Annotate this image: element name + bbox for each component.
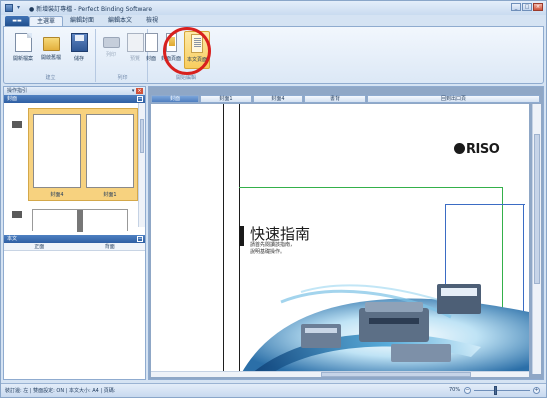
pin-icon[interactable]: ▾ [132,88,135,94]
column-back: 背面 [104,244,115,250]
cover-section-label: 封面 [7,96,18,102]
blue-frame-line [445,204,525,205]
ribbon-group-create: 開新檔案 開啟舊檔 儲存 建立 [6,29,96,82]
cover-page-icon [144,33,158,52]
title-bar: ▾ ● 新增裝訂專檔 - Perfect Binding Software _ … [1,1,546,15]
title-accent-bar [239,226,244,246]
quick-guide-subtitle: 請首先閱讀該指南， 說明基礎操作。 [250,242,296,255]
group-label-create: 建立 [45,75,56,81]
body-section: 本文 − 正面 背面 [4,235,145,251]
green-frame-line [239,187,503,188]
folder-icon [42,37,60,51]
highlight-ring-annotation [163,27,211,75]
document-vertical-scrollbar[interactable] [532,104,541,374]
group-label-start-editing: 開始編輯 [175,75,196,81]
print-button[interactable]: 列印 [98,31,124,69]
spine [77,210,83,232]
zoom-out-button[interactable]: − [464,387,471,394]
preview-icon [126,33,144,52]
tab-view[interactable]: 檢視 [139,16,165,26]
application-window: ▾ ● 新增裝訂專檔 - Perfect Binding Software _ … [0,0,547,398]
collapse-icon[interactable]: − [137,96,143,102]
doc-tab-cover[interactable]: 封面 [151,95,199,103]
fold-line [223,104,224,374]
app-menu-button[interactable]: ▬▬ [5,16,29,26]
new-file-button[interactable]: 開新檔案 [10,31,36,69]
cover-section-header[interactable]: 封面 − [4,95,145,103]
collapse-icon[interactable]: − [137,236,143,242]
cover-front-caption: 封面1 [103,192,117,198]
group-label-print: 列印 [117,75,128,81]
close-button[interactable]: × [533,3,543,11]
operation-guide-pane: 操作指引 ▾ × 封面 − 封面4 封面1 本文 − 正面 背面 [3,86,146,380]
body-section-label: 本文 [7,236,18,242]
doc-tab-return[interactable]: 回到出口頁 [367,95,540,103]
zoom-slider-track[interactable] [474,390,530,391]
new-document-icon [14,33,32,52]
quick-access-dropdown-icon[interactable]: ▾ [17,5,23,11]
cover-thumbnail-area: 封面4 封面1 [4,103,145,232]
app-icon[interactable] [5,4,13,12]
scroll-thumb[interactable] [321,372,471,377]
pane-header: 操作指引 ▾ × [4,87,145,95]
document-horizontal-scrollbar[interactable] [151,371,529,377]
cover-back-page [33,114,81,188]
status-bar: 裝訂邊: 左 | 雙面設定: ON | 本文大小: A4 | 頁碼: 70% −… [1,383,546,397]
ribbon-panel: 開新檔案 開啟舊檔 儲存 建立 列印 預覽 列印 封面 封面頁面 本文頁面 開始… [3,26,544,84]
ribbon-tab-bar: ▬▬ 主選單 編輯封面 編輯本文 檢視 [1,15,546,26]
quick-guide-title: 快速指南 [250,225,311,243]
left-pane-scrollbar[interactable] [138,103,145,227]
ribbon-group-print: 列印 預覽 列印 [98,29,148,82]
scroll-thumb[interactable] [534,134,540,284]
pane-close-icon[interactable]: × [136,88,143,94]
doc-tab-cover4[interactable]: 封面4 [253,95,303,103]
cover-marker-icon [12,211,22,218]
tab-edit-cover[interactable]: 編輯封面 [63,16,101,26]
zoom-in-button[interactable]: + [533,387,540,394]
window-title: ● 新增裝訂專檔 - Perfect Binding Software [29,5,153,13]
cover-back-caption: 封面4 [50,192,64,198]
tab-edit-body[interactable]: 編輯本文 [101,16,139,26]
pane-title: 操作指引 [7,88,28,94]
cover-thumbnail-selected[interactable]: 封面4 封面1 [28,108,138,201]
document-page[interactable]: RISO 快速指南 請首先閱讀該指南， 說明基礎操作。 [151,104,529,374]
riso-logo: RISO [454,142,500,157]
window-controls: _ □ × [511,3,543,11]
open-file-button[interactable]: 開啟舊檔 [38,31,64,69]
maximize-button[interactable]: □ [522,3,532,11]
minimize-button[interactable]: _ [511,3,521,11]
printer-machine-illustration [241,284,529,374]
cover-button[interactable]: 封面 [144,31,158,69]
pane-controls: ▾ × [132,87,143,95]
save-disk-icon [70,33,88,52]
column-front: 正面 [34,244,45,250]
tab-main-menu[interactable]: 主選單 [29,16,64,26]
save-button[interactable]: 儲存 [66,31,92,69]
document-tabs: 封面 封面1 封面4 書背 回到出口頁 [151,95,541,103]
scroll-thumb[interactable] [140,119,144,153]
body-section-header[interactable]: 本文 − [4,235,145,243]
printer-icon [102,37,120,48]
doc-tab-spine[interactable]: 書背 [304,95,366,103]
status-text: 裝訂邊: 左 | 雙面設定: ON | 本文大小: A4 | 頁碼: [5,388,116,394]
document-view: 封面 封面1 封面4 書背 回到出口頁 RISO 快速指南 請首先閱讀該指南， … [148,86,544,380]
body-column-headers: 正面 背面 [4,243,145,251]
zoom-level-label: 70% [449,387,461,393]
zoom-slider-thumb[interactable] [494,386,498,395]
cover-front-page [86,114,134,188]
doc-tab-cover1[interactable]: 封面1 [200,95,252,103]
cover-thumbnail[interactable] [32,209,128,232]
cover-marker-icon [12,121,22,128]
